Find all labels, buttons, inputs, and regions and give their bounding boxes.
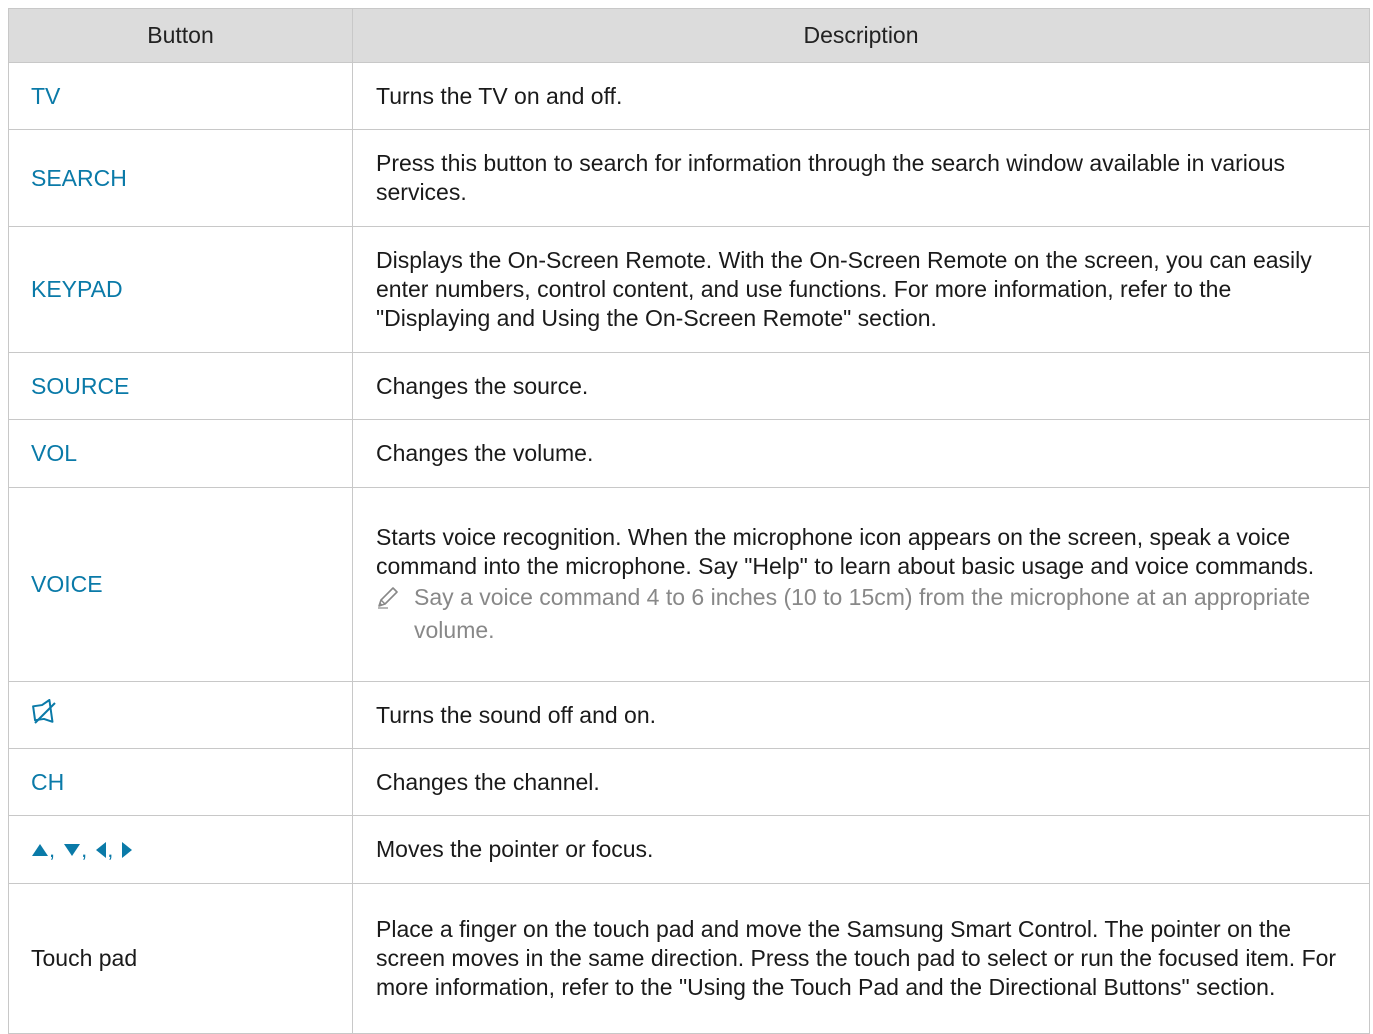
button-label: CH <box>31 768 65 795</box>
table-row: , , , Moves the pointer or focus. <box>9 816 1370 884</box>
table-row: VOL Changes the volume. <box>9 420 1370 488</box>
up-arrow-icon <box>32 843 48 856</box>
button-description: Turns the TV on and off. <box>353 63 1370 129</box>
button-label: VOICE <box>31 571 103 597</box>
description-text: Changes the channel. <box>376 768 600 795</box>
table-row: Touch pad Place a finger on the touch pa… <box>9 884 1370 1034</box>
right-arrow-icon <box>122 841 133 858</box>
table-row: CH Changes the channel. <box>9 749 1370 816</box>
button-description: Changes the channel. <box>353 749 1370 815</box>
button-description: Moves the pointer or focus. <box>353 816 1370 883</box>
remote-buttons-table: Button Description TV Turns the TV on an… <box>8 8 1370 1034</box>
button-description: Starts voice recognition. When the micro… <box>353 488 1370 681</box>
description-text: Moves the pointer or focus. <box>376 836 654 862</box>
note-text: Say a voice command 4 to 6 inches (10 to… <box>414 583 1311 643</box>
left-arrow-icon <box>96 841 107 858</box>
table-row: SOURCE Changes the source. <box>9 353 1370 420</box>
description-text: Place a finger on the touch pad and move… <box>376 916 1337 1000</box>
separator: , <box>107 837 114 862</box>
table-row: Turns the sound off and on. <box>9 682 1370 749</box>
button-name: TV <box>9 63 353 129</box>
header-description: Description <box>353 9 1370 62</box>
button-name: SOURCE <box>9 353 353 419</box>
button-name: VOL <box>9 420 353 487</box>
button-name: CH <box>9 749 353 815</box>
description-text: Displays the On-Screen Remote. With the … <box>376 247 1312 331</box>
separator: , <box>81 837 88 862</box>
button-description: Displays the On-Screen Remote. With the … <box>353 227 1370 352</box>
button-label: TV <box>31 82 61 109</box>
note: Say a voice command 4 to 6 inches (10 to… <box>376 581 1349 647</box>
button-label: SEARCH <box>31 164 127 191</box>
button-description: Changes the source. <box>353 353 1370 419</box>
button-description: Turns the sound off and on. <box>353 682 1370 748</box>
description-text: Starts voice recognition. When the micro… <box>376 523 1315 579</box>
table-row: KEYPAD Displays the On-Screen Remote. Wi… <box>9 227 1370 353</box>
description-text: Press this button to search for informat… <box>376 150 1285 205</box>
button-label: SOURCE <box>31 372 130 399</box>
button-description: Press this button to search for informat… <box>353 130 1370 226</box>
button-name: , , , <box>9 816 353 883</box>
description-text: Changes the volume. <box>376 440 594 466</box>
table-row: VOICE Starts voice recognition. When the… <box>9 488 1370 682</box>
direction-buttons: , , , <box>31 835 133 864</box>
header-button: Button <box>9 9 353 62</box>
button-name: Touch pad <box>9 884 353 1033</box>
button-label: KEYPAD <box>31 276 123 302</box>
button-label: Touch pad <box>31 945 138 971</box>
table-row: SEARCH Press this button to search for i… <box>9 130 1370 227</box>
table-row: TV Turns the TV on and off. <box>9 63 1370 130</box>
table-header-row: Button Description <box>9 9 1370 63</box>
separator: , <box>49 837 56 862</box>
button-description: Changes the volume. <box>353 420 1370 487</box>
description-text: Turns the sound off and on. <box>376 701 657 728</box>
mute-icon <box>31 698 57 732</box>
down-arrow-icon <box>64 843 81 856</box>
description-text: Changes the source. <box>376 372 589 399</box>
button-name: SEARCH <box>9 130 353 226</box>
button-name: KEYPAD <box>9 227 353 352</box>
pencil-icon <box>376 581 414 647</box>
button-description: Place a finger on the touch pad and move… <box>353 884 1370 1033</box>
description-text: Turns the TV on and off. <box>376 82 623 109</box>
button-name: VOICE <box>9 488 353 681</box>
button-name <box>9 682 353 748</box>
button-label: VOL <box>31 440 78 466</box>
